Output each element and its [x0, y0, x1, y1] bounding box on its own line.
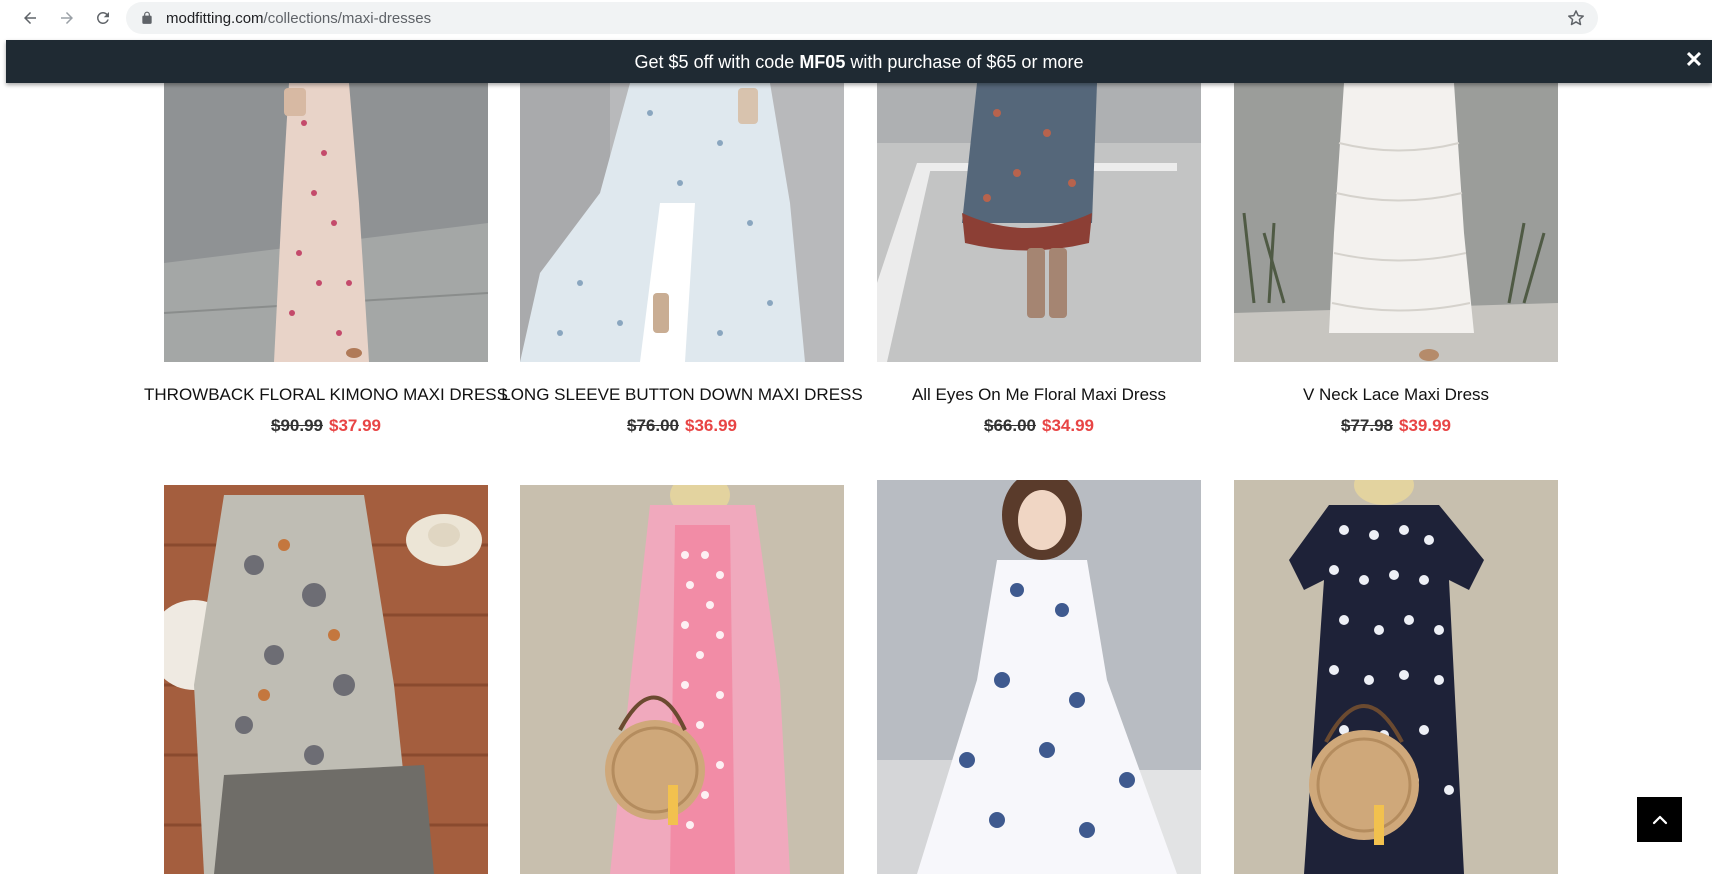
promo-text: Get $5 off with code MF05 with purchase …	[6, 52, 1712, 73]
product-title[interactable]: V Neck Lace Maxi Dress	[1214, 385, 1578, 405]
product-image[interactable]	[164, 83, 488, 362]
product-image[interactable]	[877, 480, 1201, 874]
product-image[interactable]	[1234, 83, 1558, 362]
product-price: $77.98 $39.99	[1234, 416, 1558, 436]
lock-icon	[142, 11, 152, 24]
original-price: $77.98	[1341, 416, 1393, 435]
url-domain: modfitting.com	[166, 10, 264, 27]
original-price: $66.00	[984, 416, 1036, 435]
product-title[interactable]: All Eyes On Me Floral Maxi Dress	[857, 385, 1221, 405]
back-to-top-button[interactable]	[1637, 797, 1682, 842]
product-price: $90.99 $37.99	[164, 416, 488, 436]
promo-code: MF05	[799, 52, 846, 72]
forward-button[interactable]	[55, 6, 79, 30]
product-price: $76.00 $36.99	[520, 416, 844, 436]
back-button[interactable]	[18, 6, 42, 30]
url-path: /collections/maxi-dresses	[263, 10, 432, 27]
reload-button[interactable]	[91, 6, 115, 30]
product-image[interactable]	[520, 83, 844, 362]
product-image[interactable]	[520, 485, 844, 874]
product-image[interactable]	[877, 83, 1201, 362]
browser-toolbar: modfitting.com/collections/maxi-dresses	[0, 0, 1712, 36]
original-price: $76.00	[627, 416, 679, 435]
sale-price: $39.99	[1399, 416, 1451, 435]
star-icon[interactable]	[1566, 8, 1586, 28]
product-image[interactable]	[1234, 480, 1558, 874]
arrow-left-icon	[24, 12, 36, 24]
arrow-right-icon	[61, 12, 73, 24]
product-title[interactable]: LONG SLEEVE BUTTON DOWN MAXI DRESS	[500, 385, 864, 405]
reload-icon	[96, 11, 109, 24]
address-bar[interactable]: modfitting.com/collections/maxi-dresses	[126, 2, 1598, 34]
chevron-up-icon	[1652, 815, 1667, 824]
promo-text-after: with purchase of $65 or more	[845, 52, 1084, 72]
close-icon[interactable]: ✕	[1682, 48, 1706, 72]
product-price: $66.00 $34.99	[877, 416, 1201, 436]
sale-price: $37.99	[329, 416, 381, 435]
url-text: modfitting.com/collections/maxi-dresses	[166, 10, 431, 27]
sale-price: $36.99	[685, 416, 737, 435]
promo-text-before: Get $5 off with code	[634, 52, 800, 72]
promo-banner: Get $5 off with code MF05 with purchase …	[6, 40, 1712, 83]
product-title[interactable]: THROWBACK FLORAL KIMONO MAXI DRESS	[144, 385, 508, 405]
original-price: $90.99	[271, 416, 323, 435]
sale-price: $34.99	[1042, 416, 1094, 435]
product-image[interactable]	[164, 485, 488, 874]
